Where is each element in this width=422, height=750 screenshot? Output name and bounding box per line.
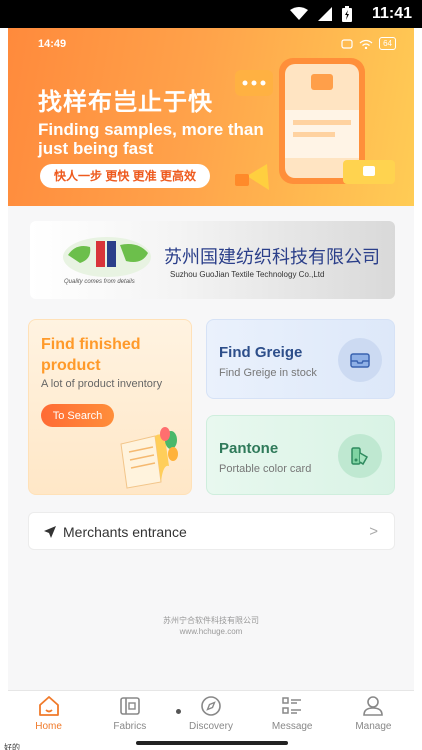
- find-greige-card[interactable]: Find Greige Find Greige in stock: [206, 319, 395, 399]
- alarm-icon: [341, 38, 353, 49]
- greige-icon-badge: [338, 338, 382, 382]
- to-search-button[interactable]: To Search: [41, 404, 114, 427]
- card-title: Find finished product: [41, 336, 141, 374]
- card-title: Find Greige: [219, 344, 303, 361]
- nav-label: Message: [271, 721, 313, 732]
- nav-label: Home: [35, 721, 62, 732]
- card-description: Find Greige in stock: [219, 367, 317, 379]
- chevron-right-icon: >: [369, 523, 378, 540]
- signal-icon: [318, 7, 332, 21]
- device-status-icons: [290, 6, 352, 22]
- home-icon: [38, 696, 59, 716]
- nav-label: Discovery: [189, 721, 233, 732]
- compass-icon: [201, 696, 221, 716]
- company-slogan: Quality comes from details: [64, 279, 135, 285]
- banner-slogan-pill: 快人一步 更快 更准 更高效: [40, 164, 211, 188]
- company-banner[interactable]: Quality comes from details 苏州国建纺织科技有限公司 …: [30, 221, 395, 299]
- notification-dot: [176, 709, 182, 714]
- message-list-icon: [282, 697, 302, 714]
- wifi-icon: [359, 39, 373, 49]
- app-status-time: 14:49: [38, 38, 67, 50]
- merchants-entrance-row[interactable]: Merchants entrance >: [28, 512, 395, 550]
- card-description: A lot of product inventory: [41, 378, 163, 390]
- nav-label: Manage: [355, 721, 392, 732]
- banner-title: 找样布岂止于快: [38, 89, 213, 116]
- bottom-nav: Home Fabrics Discovery Message Manage: [8, 690, 414, 740]
- footer-company-name: 苏州宁合软件科技有限公司: [163, 616, 259, 625]
- phone-illustration-icon: [235, 58, 395, 190]
- nav-item-discovery[interactable]: Discovery: [170, 691, 251, 740]
- nav-item-home[interactable]: Home: [8, 691, 89, 740]
- pantone-icon-badge: [338, 434, 382, 478]
- nav-label: Fabrics: [113, 721, 147, 732]
- fabric-swatch-icon: [120, 427, 178, 489]
- nav-item-message[interactable]: Message: [252, 691, 333, 740]
- home-indicator[interactable]: [136, 741, 288, 745]
- pantone-card[interactable]: Pantone Portable color card: [206, 415, 395, 495]
- company-name-cn: 苏州国建纺织科技有限公司: [164, 247, 380, 268]
- company-logo-icon: [63, 237, 151, 277]
- find-finished-product-card[interactable]: Find finished product A lot of product i…: [28, 319, 192, 495]
- fabrics-icon: [119, 697, 140, 715]
- nav-item-manage[interactable]: Manage: [333, 691, 414, 740]
- battery-charging-icon: [342, 6, 352, 22]
- merchants-entrance-label: Merchants entrance: [63, 524, 187, 540]
- navigation-arrow-icon: [44, 526, 56, 538]
- wifi-icon: [290, 7, 308, 20]
- user-icon: [363, 696, 384, 716]
- corner-text: 好的: [4, 743, 20, 750]
- nav-item-fabrics[interactable]: Fabrics: [89, 691, 170, 740]
- footer-url[interactable]: www.hchuge.com: [8, 627, 414, 636]
- promo-banner[interactable]: 14:49 64 找样布岂止于快 Finding samples, more t…: [8, 28, 414, 206]
- card-title: Pantone: [219, 440, 279, 457]
- device-clock: 11:41: [371, 5, 412, 22]
- app-frame: 14:49 64 找样布岂止于快 Finding samples, more t…: [8, 28, 414, 740]
- company-name-en: Suzhou GuoJian Textile Technology Co.,Lt…: [170, 270, 325, 279]
- device-status-bar: 11:41: [0, 0, 422, 28]
- card-description: Portable color card: [219, 463, 312, 475]
- inbox-icon: [350, 353, 370, 368]
- color-card-icon: [351, 447, 369, 466]
